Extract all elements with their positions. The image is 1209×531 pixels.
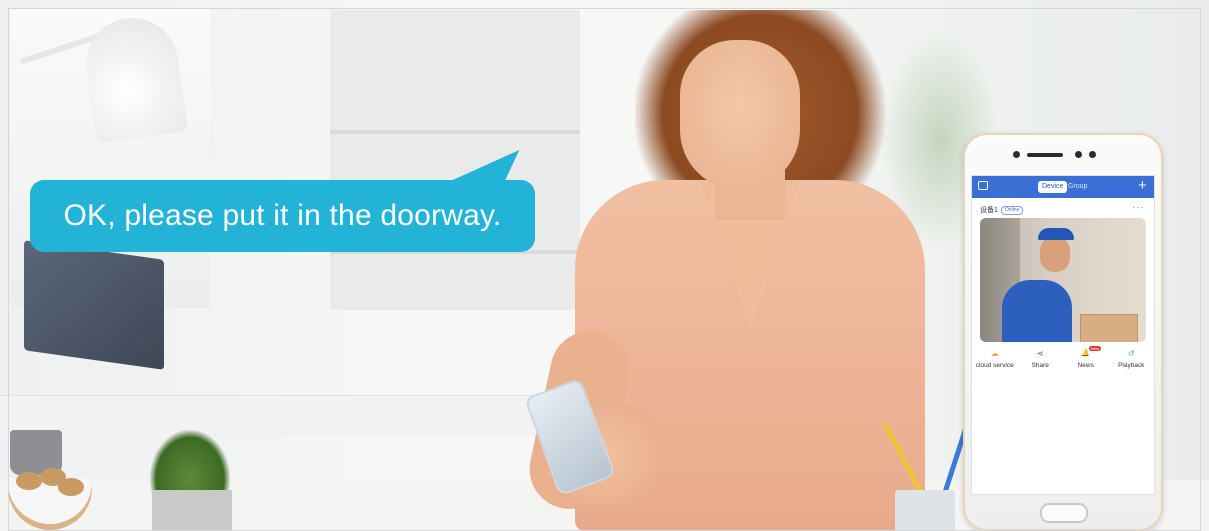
shelf-board <box>330 130 580 134</box>
news-badge: New <box>1089 346 1102 351</box>
desk <box>0 395 560 436</box>
action-playback[interactable]: ↺ Playback <box>1109 346 1155 376</box>
cookie <box>58 478 84 496</box>
sensor <box>1075 151 1082 158</box>
speech-bubble-text: OK, please put it in the doorway. <box>63 199 502 232</box>
device-actions: ☁ cloud service ⋖ Share 🔔 New News ↺ Pla… <box>972 346 1154 376</box>
laptop <box>24 240 164 370</box>
camera-live-view[interactable] <box>980 218 1146 342</box>
cloud-icon: ☁ <box>990 349 999 358</box>
package-box <box>1080 314 1138 342</box>
action-news[interactable]: 🔔 New News <box>1063 346 1109 376</box>
tab-device[interactable]: Device <box>1038 181 1068 193</box>
action-share[interactable]: ⋖ Share <box>1018 346 1064 376</box>
playback-icon: ↺ <box>1127 349 1135 358</box>
action-label: Share <box>1031 362 1049 369</box>
earpiece <box>1027 153 1063 157</box>
plant-pot <box>152 490 232 531</box>
action-label: cloud service <box>975 362 1014 369</box>
app-header: Device Group + <box>972 176 1154 198</box>
courier-body <box>1002 280 1072 342</box>
action-cloud-service[interactable]: ☁ cloud service <box>972 346 1018 376</box>
device-title-row: 设备1 Online <box>980 204 1024 216</box>
cookie <box>16 472 42 490</box>
courier-cap <box>1038 228 1074 240</box>
sensor <box>1089 151 1096 158</box>
courier-head <box>1040 236 1070 272</box>
pencil-cup <box>895 490 955 531</box>
product-scene: OK, please put it in the doorway. Device… <box>0 0 1209 531</box>
device-name: 设备1 <box>980 207 998 214</box>
speech-bubble: OK, please put it in the doorway. <box>30 180 535 252</box>
add-device-button[interactable]: + <box>1138 178 1147 194</box>
status-badge: Online <box>1000 205 1024 215</box>
tab-group[interactable]: Group <box>1068 181 1087 193</box>
front-camera <box>1013 151 1020 158</box>
home-button <box>1040 503 1088 523</box>
action-label: Playback <box>1118 362 1145 369</box>
woman-face <box>680 40 800 190</box>
share-icon: ⋖ <box>1036 349 1044 358</box>
message-icon[interactable] <box>978 181 988 190</box>
more-options-button[interactable]: ··· <box>1132 202 1145 213</box>
action-label: News <box>1077 362 1094 369</box>
phone-screen: Device Group + 设备1 Online ··· ☁ cloud se… <box>971 175 1155 495</box>
phone-mockup: Device Group + 设备1 Online ··· ☁ cloud se… <box>963 133 1163 531</box>
